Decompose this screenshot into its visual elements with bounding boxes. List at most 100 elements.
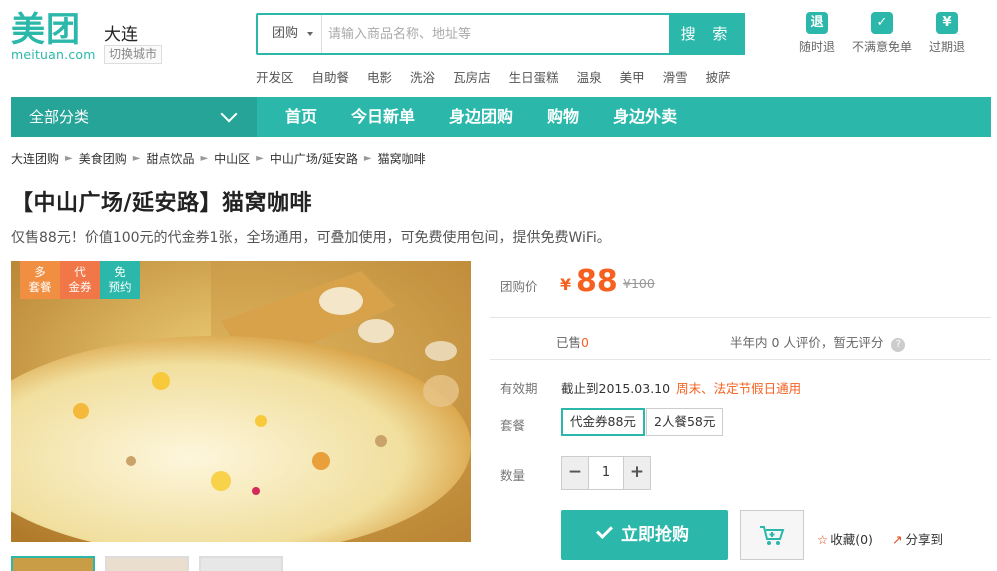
tag-line: 多 [34,265,46,279]
breadcrumb-separator-icon: ► [65,153,73,164]
quantity-input[interactable]: 1 [588,457,624,489]
minus-button[interactable]: − [562,457,588,489]
breadcrumb-link[interactable]: 中山广场/延安路 [270,150,358,167]
tag-voucher: 代 金券 [60,261,100,299]
quantity-label: 数量 [500,468,526,483]
deal-title: 【中山广场/延安路】猫窝咖啡 [11,191,313,216]
main-nav: 全部分类 首页 今日新单 身边团购 购物 身边外卖 [11,97,991,137]
deal-subtitle: 仅售88元！价值100元的代金券1张，全场通用，可叠加使用，可免费使用包间，提供… [11,230,611,246]
sales-row: 已售0 半年内 0 人评价，暂无评分? [490,318,991,360]
meituan-logo[interactable]: 美团 meituan.com [11,12,95,62]
service-promises: 退 随时退 ✓ 不满意免单 ¥ 过期退 [782,12,977,55]
valid-label: 有效期 [500,381,538,396]
deal-price: 88 [576,264,618,299]
promise-expiry-refund[interactable]: ¥ 过期退 [917,12,977,55]
share-icon: ↗ [892,532,903,547]
search-bar: 团购 搜 索 [256,13,745,55]
hot-word-link[interactable]: 自助餐 [312,67,350,86]
buy-now-label: 立即抢购 [621,525,689,545]
add-to-cart-button[interactable] [740,510,804,560]
tag-line: 免 [114,265,126,279]
promise-unsatisfied-free[interactable]: ✓ 不满意免单 [852,12,912,55]
original-price: ¥100 [623,276,655,291]
search-category-select[interactable]: 团购 [258,15,322,53]
favorite-label: 收藏(0) [830,532,873,547]
star-icon: ☆ [817,532,829,547]
breadcrumb-separator-icon: ► [132,153,141,164]
switch-city-button[interactable]: 切换城市 [104,45,162,64]
breadcrumb-link[interactable]: 美食团购 [79,150,127,167]
hot-word-link[interactable]: 美甲 [620,67,645,86]
yen-icon: ¥ [936,12,958,34]
hot-word-link[interactable]: 生日蛋糕 [509,67,559,86]
thumbnail[interactable] [105,556,189,571]
favorite-button[interactable]: ☆ 收藏(0) [817,529,873,548]
search-category-label: 团购 [272,26,299,41]
plus-button[interactable]: + [624,457,650,489]
hot-word-link[interactable]: 开发区 [256,67,294,86]
hot-word-link[interactable]: 洗浴 [410,67,435,86]
breadcrumb-separator-icon: ► [363,153,372,164]
hot-word-link[interactable]: 披萨 [706,67,731,86]
tag-line: 预约 [108,280,132,294]
sold-count: 已售0 [556,332,589,351]
breadcrumb-current: 猫窝咖啡 [377,152,426,166]
search-input[interactable] [322,15,670,53]
hot-word-link[interactable]: 滑雪 [663,67,688,86]
promise-label: 随时退 [798,40,835,54]
all-categories-dropdown[interactable]: 全部分类 [11,97,257,137]
hot-search-words: 开发区 自助餐 电影 洗浴 瓦房店 生日蛋糕 温泉 美甲 滑雪 披萨 [256,67,749,86]
breadcrumb-link[interactable]: 大连团购 [11,150,59,167]
search-button[interactable]: 搜 索 [669,13,745,55]
package-option-selected[interactable]: 代金券88元 [561,408,645,436]
nav-item-home[interactable]: 首页 [257,97,317,137]
tag-multi-package: 多 套餐 [20,261,60,299]
breadcrumb-link[interactable]: 中山区 [214,150,250,167]
price-row: 团购价 ¥ 88 ¥100 [490,261,991,318]
hot-word-link[interactable]: 温泉 [577,67,602,86]
current-city: 大连 [104,25,138,45]
promise-label: 不满意免单 [852,40,913,54]
currency-symbol: ¥ [560,275,572,294]
deal-tags: 多 套餐 代 金券 免 预约 [20,261,140,299]
quantity-stepper: − 1 + [561,456,651,490]
breadcrumb: 大连团购 ► 美食团购 ► 甜点饮品 ► 中山区 ► 中山广场/延安路 ► 猫窝咖啡 [11,150,426,167]
buy-now-button[interactable]: 立即抢购 [561,510,728,560]
share-label: 分享到 [905,532,943,547]
photo-thumbnails [11,556,293,571]
tag-no-reservation: 免 预约 [100,261,140,299]
thumbnail[interactable] [11,556,95,571]
package-label: 套餐 [500,418,526,433]
logo-mark: 美团 [11,10,81,50]
help-icon[interactable]: ? [891,338,906,352]
all-categories-label: 全部分类 [29,108,90,126]
refund-anytime-icon: 退 [806,12,828,34]
hot-word-link[interactable]: 电影 [367,67,392,86]
package-option[interactable]: 2人餐58元 [646,408,724,436]
deal-main-photo[interactable] [11,261,471,542]
tag-line: 套餐 [28,280,52,294]
pizza-photo [11,261,471,542]
valid-note: 周末、法定节假日通用 [676,381,802,396]
breadcrumb-link[interactable]: 甜点饮品 [146,150,194,167]
cart-icon [760,526,785,545]
nav-item-nearby-deals[interactable]: 身边团购 [421,97,513,137]
logo-url: meituan.com [11,47,96,62]
chevron-down-icon [220,105,238,123]
promise-refund-anytime[interactable]: 退 随时退 [787,12,847,55]
check-icon: ✓ [871,12,893,34]
thumbnail[interactable] [199,556,283,571]
share-button[interactable]: ↗ 分享到 [892,529,943,548]
nav-item-takeout[interactable]: 身边外卖 [585,97,677,137]
nav-item-shopping[interactable]: 购物 [519,97,579,137]
breadcrumb-separator-icon: ► [256,153,264,164]
valid-period: 截止到2015.03.10 周末、法定节假日通用 [561,378,801,397]
hot-word-link[interactable]: 瓦房店 [453,67,491,86]
nav-item-new-today[interactable]: 今日新单 [323,97,415,137]
sold-number: 0 [581,335,589,350]
rating-summary: 半年内 0 人评价，暂无评分? [730,332,906,352]
rating-text: 半年内 0 人评价，暂无评分 [730,335,884,350]
sold-label: 已售 [556,335,582,350]
price-label: 团购价 [500,279,538,294]
promise-label: 过期退 [928,40,965,54]
